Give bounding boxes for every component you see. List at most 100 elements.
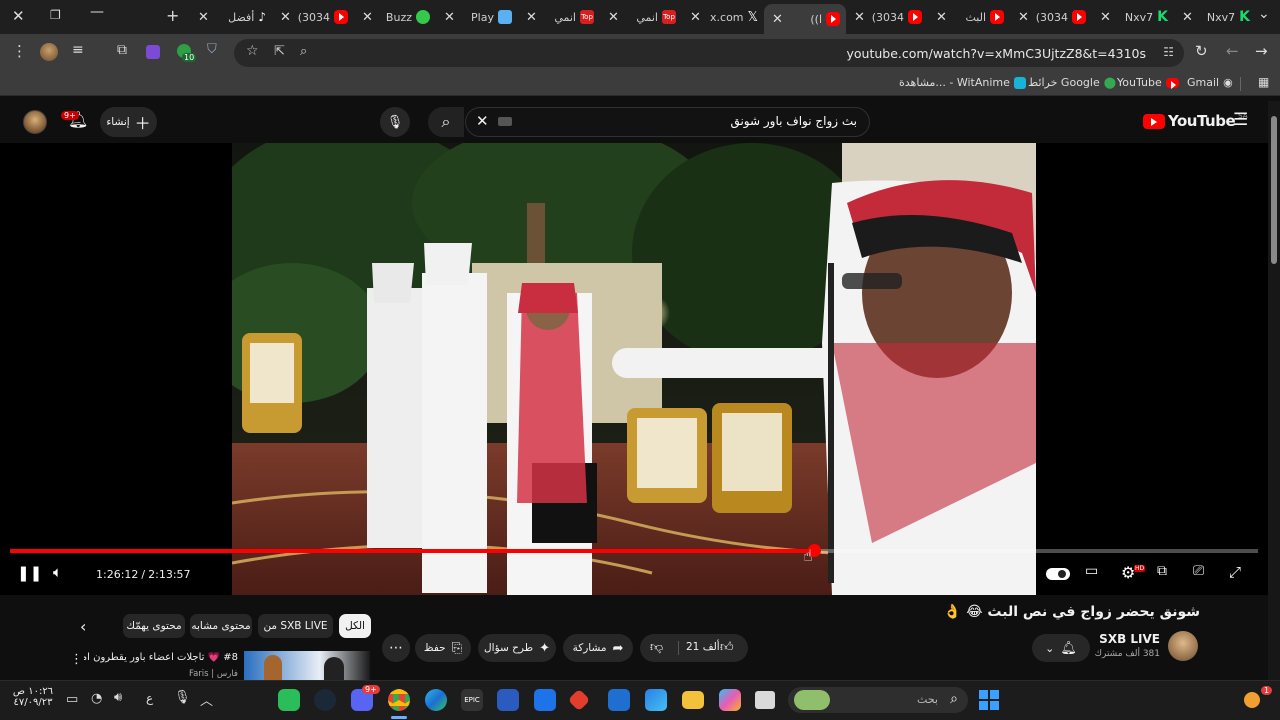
browser-tab[interactable]: ✕ (3034 [846, 4, 928, 30]
guide-menu-icon[interactable]: ☰ [1233, 110, 1248, 130]
battery-icon[interactable]: ▭ [66, 692, 78, 707]
browser-tab[interactable]: ✕ البث [928, 4, 1010, 30]
file-explorer-icon[interactable] [755, 691, 775, 709]
close-tab-icon[interactable]: ✕ [608, 10, 619, 25]
bookmark-gmail[interactable]: Gmail ◉ [1187, 76, 1233, 89]
youtube-logo[interactable]: YouTube SA [1143, 112, 1248, 130]
account-avatar[interactable] [23, 110, 47, 134]
browser-tab[interactable]: ✕ Nxv7 K [1092, 4, 1174, 30]
url-text[interactable]: youtube.com/watch?v=xMmC3UjtzZ8&t=4310s [847, 46, 1146, 61]
share-page-icon[interactable]: ⇱ [274, 44, 285, 59]
voice-search-button[interactable]: 🎙 [380, 107, 410, 137]
tab-search-dropdown-icon[interactable]: ⌄ [1258, 6, 1270, 22]
chips-prev-icon[interactable]: ‹ [80, 617, 86, 636]
tab-search-icon[interactable]: ✕ [12, 7, 25, 25]
like-count[interactable]: 21 ألف [686, 641, 720, 653]
close-tab-icon[interactable]: ✕ [1182, 10, 1193, 25]
close-tab-icon[interactable]: ✕ [690, 10, 701, 25]
minimize-window-icon[interactable]: — [90, 4, 104, 20]
copilot-icon[interactable] [719, 689, 741, 711]
close-tab-icon[interactable]: ✕ [362, 10, 373, 25]
reload-icon[interactable]: ↻ [1195, 42, 1208, 60]
fullscreen-icon[interactable]: ⤢ [1229, 563, 1241, 581]
browser-tab[interactable]: ✕ أفضل ♪ [190, 4, 272, 30]
chip-all[interactable]: الكل [339, 614, 371, 638]
browser-tab[interactable]: ✕ انمي Top [600, 4, 682, 30]
close-tab-icon[interactable]: ✕ [772, 12, 783, 27]
dislike-button[interactable]: 👎︎ [650, 640, 663, 655]
extension-purple-icon[interactable] [146, 45, 160, 59]
scrollbar-thumb[interactable] [1271, 116, 1277, 264]
search-input[interactable]: بث زواج نواف باور شونق ✕ [465, 107, 870, 137]
blue-app-icon[interactable] [497, 689, 519, 711]
bookmark-witanime[interactable]: مشاهدة... - WitAnime [899, 76, 1026, 89]
chrome-icon[interactable] [388, 689, 410, 711]
pause-icon[interactable]: ❚❚ [17, 564, 42, 582]
close-tab-icon[interactable]: ✕ [1018, 10, 1029, 25]
subtitles-icon[interactable]: ▭ [1085, 563, 1098, 579]
address-bar[interactable]: youtube.com/watch?v=xMmC3UjtzZ8&t=4310s … [234, 39, 1184, 67]
cast-icon[interactable]: ⎚ [1193, 563, 1204, 579]
xbox-icon[interactable] [278, 689, 300, 711]
subscribe-bell-button[interactable]: ⌄ 🔔︎ [1032, 634, 1090, 662]
back-icon[interactable]: ← [1226, 42, 1239, 60]
notification-center-icon[interactable] [1244, 692, 1260, 708]
search-query[interactable]: بث زواج نواف باور شونق [730, 114, 857, 128]
video-player[interactable] [0, 143, 1268, 595]
browser-tab[interactable]: ✕ Nxv7 K [1174, 4, 1256, 30]
browser-tab[interactable]: ✕ ((ا [764, 4, 846, 34]
autoplay-toggle[interactable] [1046, 568, 1070, 580]
browser-tab[interactable]: ✕ Play [436, 4, 518, 30]
share-button[interactable]: مشاركة ➦ [563, 634, 633, 662]
bookmark-star-icon[interactable]: ☆ [246, 43, 259, 59]
bookmark-maps[interactable]: خرائط Google ⬤ [1028, 76, 1116, 89]
start-button[interactable] [979, 690, 999, 710]
profile-avatar[interactable] [40, 43, 58, 61]
browser-tab[interactable]: ✕ انمي Top [518, 4, 600, 30]
browser-tab[interactable]: ✕ x.com 𝕏 [682, 4, 764, 30]
forward-icon[interactable]: → [1255, 42, 1268, 60]
shield-extension-icon[interactable]: ⛉ [207, 42, 217, 57]
clock[interactable]: ١٠:٢٦ ص ٤٧/٠٩/٢٣ [10, 686, 56, 708]
epic-games-icon[interactable]: EPIC [461, 689, 483, 711]
miniplayer-icon[interactable]: ⧉ [1157, 563, 1167, 579]
browser-tab[interactable]: ✕ (3034 [272, 4, 354, 30]
tray-overflow-icon[interactable]: ︿ [200, 690, 213, 709]
like-icon[interactable]: 👍︎ [720, 640, 734, 655]
browser-tab[interactable]: ✕ Buzz [354, 4, 436, 30]
create-button[interactable]: إنشاء ＋ [100, 107, 157, 137]
recommended-menu-icon[interactable]: ⋮ [70, 652, 83, 667]
channel-avatar[interactable] [1168, 631, 1198, 661]
close-tab-icon[interactable]: ✕ [854, 10, 865, 25]
chip-from-channel[interactable]: من SXB LIVE [258, 614, 333, 638]
more-actions-button[interactable]: ⋯ [382, 634, 410, 662]
edge-icon[interactable] [425, 689, 447, 711]
close-tab-icon[interactable]: ✕ [936, 10, 947, 25]
save-button[interactable]: حفظ ⎘ [415, 634, 471, 662]
close-tab-icon[interactable]: ✕ [198, 10, 209, 25]
all-bookmarks-icon[interactable]: ▦ [1258, 75, 1269, 89]
speaker-icon[interactable]: 🔊︎ [114, 690, 122, 705]
new-tab-button[interactable]: + [166, 6, 179, 25]
volume-icon[interactable]: 🔈︎ [53, 563, 62, 581]
steam-icon[interactable] [314, 689, 336, 711]
network-icon[interactable]: ◔ [91, 691, 102, 706]
outlook-icon[interactable] [608, 689, 630, 711]
bookmark-youtube[interactable]: YouTube [1117, 76, 1179, 89]
zoom-icon[interactable]: ⌕ [300, 44, 307, 59]
close-tab-icon[interactable]: ✕ [526, 10, 537, 25]
chip-for-you[interactable]: محتوى يهمّك [123, 614, 185, 638]
channel-name[interactable]: SXB LIVE [1080, 632, 1160, 646]
recommended-thumbnail[interactable] [244, 651, 370, 680]
recommended-channel[interactable]: Faris | فارس [84, 669, 238, 679]
chrome-menu-icon[interactable]: ⋮ [12, 42, 27, 60]
dropbox-icon[interactable] [534, 689, 556, 711]
progress-bar[interactable] [10, 544, 1258, 557]
search-button[interactable]: ⌕ [428, 107, 464, 137]
microphone-tray-icon[interactable]: 🎙 [174, 690, 191, 705]
language-indicator[interactable]: ع [146, 691, 153, 705]
media-controls-icon[interactable]: ≡ [72, 42, 84, 58]
folder-icon[interactable] [682, 691, 704, 709]
keyboard-icon[interactable] [498, 117, 512, 126]
clear-search-icon[interactable]: ✕ [476, 112, 489, 130]
